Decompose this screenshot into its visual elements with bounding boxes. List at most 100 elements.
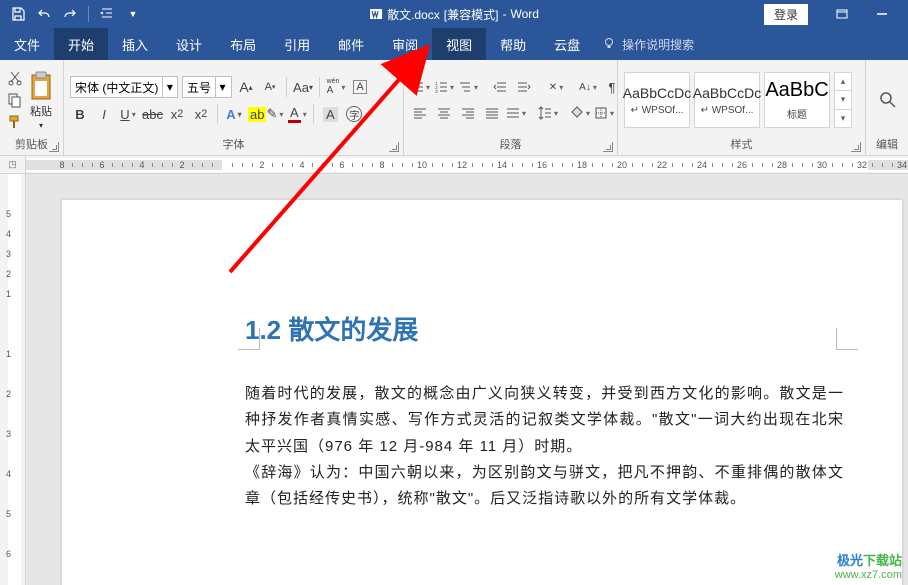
paste-button[interactable]: 粘贴 ▾	[28, 71, 54, 130]
style-sample: AaBbC	[765, 79, 828, 102]
subscript-icon[interactable]: x2	[167, 104, 187, 124]
shrink-font-icon[interactable]: A▾	[260, 77, 280, 97]
change-case-icon[interactable]: Aa▾	[293, 77, 313, 97]
font-name-combo[interactable]: 宋体 (中文正文) ▾	[70, 76, 178, 98]
style-card[interactable]: AaBbCcDc ↵ WPSOf...	[624, 72, 690, 128]
login-button[interactable]: 登录	[764, 4, 808, 25]
group-font: 宋体 (中文正文) ▾ 五号 ▾ A▴ A▾ Aa▾ wénA A	[64, 60, 404, 155]
style-card[interactable]: AaBbC 标题	[764, 72, 830, 128]
ruler-corner[interactable]: ◳	[0, 156, 26, 174]
decrease-indent-icon[interactable]	[490, 77, 510, 97]
tab-mailings[interactable]: 邮件	[324, 28, 378, 60]
style-card[interactable]: AaBbCcDc ↵ WPSOf...	[694, 72, 760, 128]
style-gallery-more: ▴ ▾ ▾	[834, 72, 852, 128]
bold-icon[interactable]: B	[70, 104, 90, 124]
watermark-url: www.xz7.com	[835, 569, 902, 581]
styles-launcher-icon[interactable]	[851, 142, 861, 152]
superscript-icon[interactable]: x2	[191, 104, 211, 124]
increase-indent-icon[interactable]	[514, 77, 534, 97]
paragraph-launcher-icon[interactable]	[603, 142, 613, 152]
italic-icon[interactable]: I	[94, 104, 114, 124]
font-size-combo[interactable]: 五号 ▾	[182, 76, 232, 98]
doc-filename: 散文.docx	[387, 6, 440, 23]
paragraph-group-label: 段落	[404, 136, 617, 155]
document-area: ◳ 5 4 3 2 1 1 2 3 4 5 6 8642246810121416…	[0, 156, 908, 585]
redo-icon[interactable]	[60, 4, 80, 24]
watermark-text: 下载站	[863, 553, 902, 568]
gallery-expand-icon[interactable]: ▾	[835, 110, 851, 127]
document-paragraph: 随着时代的发展，散文的概念由广义向狭义转变，并受到西方文化的影响。散文是一种抒发…	[245, 381, 844, 460]
font-launcher-icon[interactable]	[389, 142, 399, 152]
styles-group-label: 样式	[618, 136, 865, 155]
bullets-icon[interactable]	[410, 77, 430, 97]
character-shading-icon[interactable]: A	[320, 104, 340, 124]
find-icon[interactable]	[878, 90, 898, 110]
numbering-icon[interactable]: 123	[434, 77, 454, 97]
tab-help[interactable]: 帮助	[486, 28, 540, 60]
tab-references[interactable]: 引用	[270, 28, 324, 60]
tab-view[interactable]: 视图	[432, 28, 486, 60]
align-justify-icon[interactable]	[482, 103, 502, 123]
character-border-icon[interactable]: A	[350, 77, 370, 97]
document-scroll[interactable]: 1.2 散文的发展 随着时代的发展，散文的概念由广义向狭义转变，并受到西方文化的…	[26, 174, 908, 585]
strikethrough-icon[interactable]: abc	[142, 104, 163, 124]
align-right-icon[interactable]	[458, 103, 478, 123]
copy-icon[interactable]	[6, 91, 24, 109]
window-title: 散文.docx [兼容模式] - Word	[369, 6, 539, 23]
gallery-up-icon[interactable]: ▴	[835, 73, 851, 91]
grow-font-icon[interactable]: A▴	[236, 77, 256, 97]
margin-corner-icon	[836, 328, 858, 350]
format-painter-icon[interactable]	[6, 113, 24, 131]
style-sample: AaBbCcDc	[623, 85, 691, 101]
title-sep: -	[502, 7, 506, 21]
tab-insert[interactable]: 插入	[108, 28, 162, 60]
tab-layout[interactable]: 布局	[216, 28, 270, 60]
separator	[217, 104, 218, 124]
align-distributed-icon[interactable]	[506, 103, 526, 123]
ribbon-display-options-icon[interactable]	[822, 0, 862, 28]
tab-file[interactable]: 文件	[0, 28, 54, 60]
underline-icon[interactable]: U	[118, 104, 138, 124]
font-color-icon[interactable]: A	[287, 104, 307, 124]
chevron-down-icon: ▾	[162, 77, 176, 97]
group-styles: AaBbCcDc ↵ WPSOf... AaBbCcDc ↵ WPSOf... …	[618, 60, 866, 155]
shading-icon[interactable]	[570, 103, 590, 123]
sort-icon[interactable]: A↓	[578, 77, 598, 97]
phonetic-guide-icon[interactable]: wénA	[326, 77, 346, 97]
cut-icon[interactable]	[6, 69, 24, 87]
tab-cloud[interactable]: 云盘	[540, 28, 594, 60]
enclose-characters-icon[interactable]: 字	[344, 104, 364, 124]
paste-icon	[28, 71, 54, 101]
minimize-icon[interactable]	[862, 0, 902, 28]
gallery-down-icon[interactable]: ▾	[835, 91, 851, 109]
qat-dropdown-icon[interactable]: ▼	[123, 4, 143, 24]
asian-layout-icon[interactable]: ✕	[546, 77, 566, 97]
borders-icon[interactable]	[594, 103, 614, 123]
font-group-label: 字体	[64, 136, 403, 155]
highlight-icon[interactable]: ab✎	[248, 104, 283, 124]
tab-review[interactable]: 审阅	[378, 28, 432, 60]
group-paragraph: 123 ✕ A↓ ¶	[404, 60, 618, 155]
vertical-ruler[interactable]: 5 4 3 2 1 1 2 3 4 5 6	[0, 174, 26, 585]
line-spacing-icon[interactable]	[538, 103, 558, 123]
style-name: ↵ WPSOf...	[701, 105, 754, 116]
tab-design[interactable]: 设计	[162, 28, 216, 60]
align-center-icon[interactable]	[434, 103, 454, 123]
tell-me-search[interactable]: 操作说明搜索	[602, 28, 694, 60]
clipboard-launcher-icon[interactable]	[49, 142, 59, 152]
undo-icon[interactable]	[34, 4, 54, 24]
watermark: 极光下载站 www.xz7.com	[835, 550, 902, 581]
qat-customize-icon[interactable]	[97, 4, 117, 24]
horizontal-ruler[interactable]: 8642246810121416182022242628303234	[26, 156, 908, 174]
document-heading: 1.2 散文的发展	[245, 310, 844, 347]
style-sample: AaBbCcDc	[693, 85, 761, 101]
ribbon-tabs: 文件 开始 插入 设计 布局 引用 邮件 审阅 视图 帮助 云盘 操作说明搜索	[0, 28, 908, 60]
align-left-icon[interactable]	[410, 103, 430, 123]
multilevel-list-icon[interactable]	[458, 77, 478, 97]
tab-home[interactable]: 开始	[54, 28, 108, 60]
lightbulb-icon	[602, 37, 616, 51]
text-effects-icon[interactable]: A	[224, 104, 244, 124]
save-icon[interactable]	[8, 4, 28, 24]
show-marks-icon[interactable]: ¶	[602, 77, 622, 97]
margin-corner-icon	[238, 328, 260, 350]
